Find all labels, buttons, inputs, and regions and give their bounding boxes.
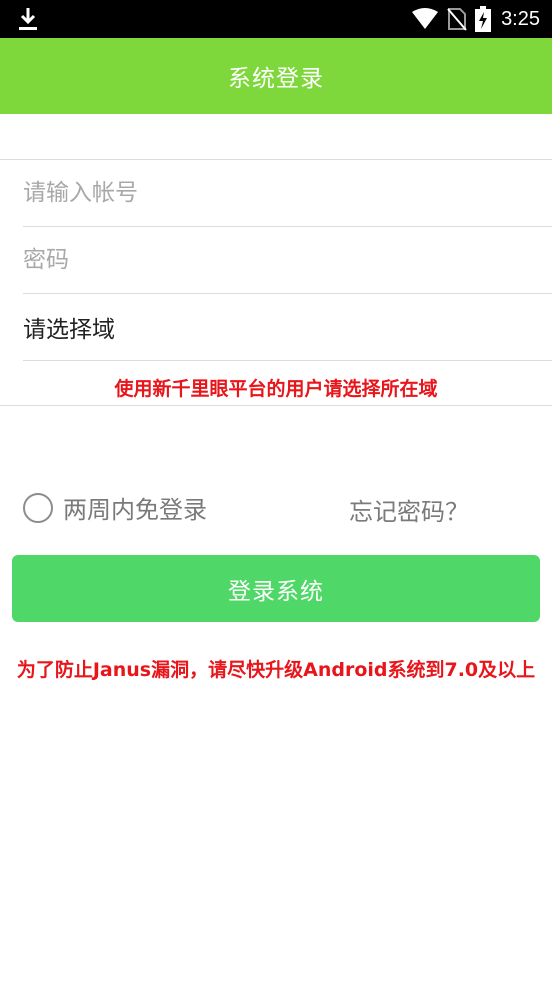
password-input[interactable] xyxy=(23,247,552,273)
account-input[interactable] xyxy=(23,180,552,206)
login-button[interactable]: 登录系统 xyxy=(12,555,540,622)
domain-hint: 使用新千里眼平台的用户请选择所在域 xyxy=(114,378,438,400)
app-bar: 系统登录 xyxy=(0,38,552,114)
radio-unchecked-icon[interactable] xyxy=(23,492,53,523)
domain-select-value: 请选择域 xyxy=(23,317,115,343)
janus-warning: 为了防止Janus漏洞，请尽快升级Android系统到7.0及以上 xyxy=(16,659,536,681)
status-bar: 3:25 xyxy=(0,0,552,38)
forgot-password-link[interactable]: 忘记密码？ xyxy=(349,492,469,527)
account-field[interactable] xyxy=(23,160,552,227)
wifi-icon xyxy=(412,8,439,29)
no-sim-icon xyxy=(447,8,467,31)
status-time: 3:25 xyxy=(501,7,540,30)
domain-select[interactable]: 请选择域 xyxy=(23,294,552,361)
password-field[interactable] xyxy=(23,227,552,294)
login-form: 请选择域 使用新千里眼平台的用户请选择所在域 xyxy=(0,159,552,406)
status-icons: 3:25 xyxy=(411,0,540,38)
battery-charging-icon xyxy=(475,6,492,32)
download-icon xyxy=(19,8,37,30)
page-title: 系统登录 xyxy=(228,66,324,92)
remember-me-checkbox[interactable]: 两周内免登录 xyxy=(23,490,207,525)
remember-me-label: 两周内免登录 xyxy=(63,496,207,524)
